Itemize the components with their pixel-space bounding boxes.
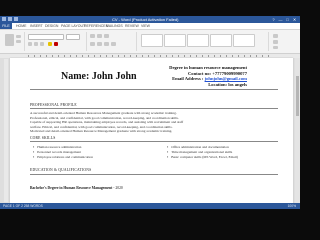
window-title: CV - Word (Product Activation Failed)	[112, 17, 179, 22]
skill-item: Basic computer skills (MS Word, Excel, E…	[167, 155, 238, 160]
italic-icon[interactable]	[34, 42, 38, 46]
skill-item: Personnel records management	[33, 150, 81, 155]
email-label: Email Address :	[172, 76, 205, 82]
styles-group	[138, 32, 269, 51]
education-entry: Bachelor's Degree in Human Resource Mana…	[30, 186, 123, 190]
degree-year: - 2020	[112, 186, 123, 190]
status-bar: PAGE 1 OF 2 258 WORDS 100%	[0, 203, 300, 209]
highlight-icon[interactable]	[48, 42, 52, 46]
find-icon[interactable]	[273, 34, 278, 38]
tab-insert[interactable]: INSERT	[30, 23, 43, 29]
skill-item: Time management and organizational skill…	[167, 150, 232, 155]
title-bar: CV - Word (Product Activation Failed) ? …	[0, 16, 300, 23]
contact-block: Degree in human resource management Cont…	[169, 65, 247, 88]
divider	[30, 89, 278, 90]
font-size-box[interactable]	[66, 34, 80, 40]
style-heading-1[interactable]	[187, 34, 209, 47]
bullets-icon[interactable]	[90, 34, 95, 38]
minimize-button[interactable]: —	[278, 17, 283, 22]
align-left-icon[interactable]	[90, 42, 95, 46]
skill-item: Employee relations and communication	[33, 155, 93, 160]
align-right-icon[interactable]	[104, 42, 109, 46]
select-icon[interactable]	[273, 46, 278, 49]
divider	[30, 174, 278, 175]
ribbon	[0, 30, 300, 54]
word-window: CV - Word (Product Activation Failed) ? …	[0, 16, 300, 209]
numbering-icon[interactable]	[97, 34, 102, 38]
vertical-scrollbar[interactable]	[295, 58, 300, 203]
multilevel-list-icon[interactable]	[104, 34, 109, 38]
quick-access-toolbar	[2, 17, 32, 22]
ruler-ticks	[28, 55, 273, 57]
divider	[30, 141, 278, 142]
copy-icon[interactable]	[16, 40, 21, 43]
redo-icon[interactable]	[14, 17, 18, 21]
zoom-level[interactable]: 100%	[288, 203, 296, 209]
clipboard-group	[2, 32, 25, 51]
replace-icon[interactable]	[273, 40, 278, 44]
scrollbar-thumb[interactable]	[296, 76, 299, 116]
editing-group	[270, 32, 296, 51]
style-normal[interactable]	[141, 34, 163, 47]
tab-view[interactable]: VIEW	[141, 23, 150, 29]
tab-home[interactable]: HOME	[16, 23, 27, 29]
font-group	[26, 32, 87, 51]
skills-heading: CORE SKILLS	[30, 136, 56, 140]
location-line: Location: los angels	[208, 82, 247, 88]
tab-design[interactable]: DESIGN	[45, 23, 58, 29]
degree-title: Bachelor's Degree in Human Resource Mana…	[30, 186, 113, 190]
resume-name: Name: John John	[61, 71, 137, 82]
skill-item: Office administration and documentation	[167, 145, 229, 150]
tab-page-layout[interactable]: PAGE LAYOUT	[61, 23, 85, 29]
bold-icon[interactable]	[28, 42, 32, 46]
degree-line: Degree in human resource management	[169, 65, 247, 70]
style-no-spacing[interactable]	[164, 34, 186, 47]
profile-heading: PROFESSIONAL PROFILE	[30, 103, 77, 107]
document-page[interactable]: Name: John John Degree in human resource…	[10, 58, 293, 203]
undo-icon[interactable]	[8, 17, 12, 21]
maximize-button[interactable]: □	[285, 17, 290, 22]
tab-references[interactable]: REFERENCES	[84, 23, 108, 29]
skill-item: Human resource administration	[33, 145, 81, 150]
justify-icon[interactable]	[111, 42, 116, 46]
divider	[30, 108, 278, 109]
paragraph-group	[88, 32, 137, 51]
profile-paragraph: A successful and detail-oriented Human R…	[30, 111, 278, 134]
tab-mailings[interactable]: MAILINGS	[106, 23, 123, 29]
skills-list: Human resource administration Personnel …	[30, 145, 280, 165]
paste-icon[interactable]	[5, 34, 14, 46]
underline-icon[interactable]	[40, 42, 44, 46]
tab-review[interactable]: REVIEW	[125, 23, 139, 29]
ribbon-tabs: FILE HOME INSERT DESIGN PAGE LAYOUT REFE…	[0, 23, 300, 30]
align-center-icon[interactable]	[97, 42, 102, 46]
profile-line: Motivated and detail-oriented Human Reso…	[30, 129, 173, 134]
font-color-icon[interactable]	[54, 42, 58, 46]
tab-file[interactable]: FILE	[0, 23, 12, 29]
style-heading-2[interactable]	[210, 34, 232, 47]
close-button[interactable]: ✕	[292, 17, 297, 22]
help-button[interactable]: ?	[271, 17, 276, 22]
cut-icon[interactable]	[16, 35, 21, 38]
page-word-count[interactable]: PAGE 1 OF 2 258 WORDS	[3, 203, 43, 209]
education-heading: EDUCATION & QUALIFICATIONS	[30, 168, 92, 172]
style-title[interactable]	[233, 34, 255, 47]
save-icon[interactable]	[2, 17, 6, 21]
vertical-ruler[interactable]	[4, 59, 8, 202]
email-link[interactable]: johnjohn@gmail.com	[205, 76, 247, 81]
font-name-box[interactable]	[28, 34, 64, 40]
